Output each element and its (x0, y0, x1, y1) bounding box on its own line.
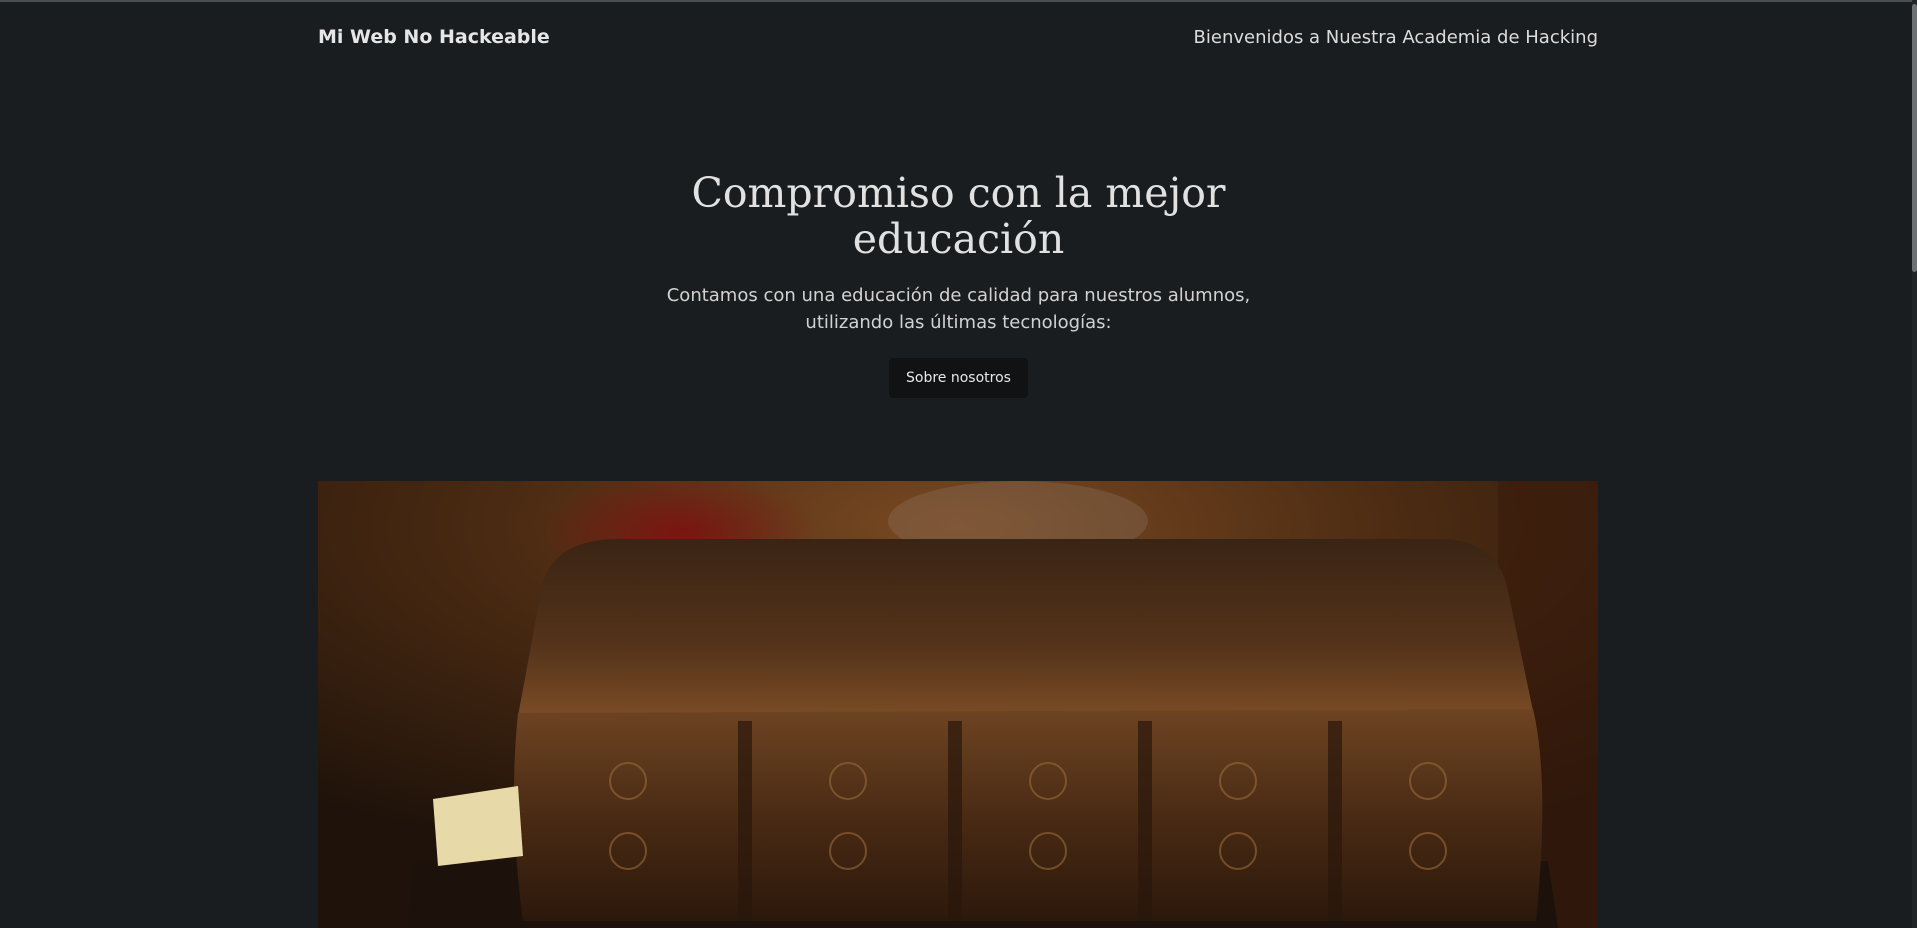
old-book-image (318, 481, 1598, 928)
nav-welcome-link[interactable]: Bienvenidos a Nuestra Academia de Hackin… (1194, 27, 1598, 48)
site-header: Mi Web No Hackeable Bienvenidos a Nuestr… (0, 0, 1917, 74)
hero-image (318, 481, 1598, 928)
hero-title: Compromiso con la mejor educación (691, 169, 1226, 263)
about-us-button[interactable]: Sobre nosotros (889, 358, 1028, 398)
hero-section: Compromiso con la mejor educación Contam… (0, 170, 1917, 398)
scrollbar-thumb[interactable] (1912, 4, 1917, 272)
scrollbar[interactable] (1912, 0, 1917, 928)
brand-link[interactable]: Mi Web No Hackeable (318, 26, 550, 48)
hero-description: Contamos con una educación de calidad pa… (666, 285, 1251, 333)
